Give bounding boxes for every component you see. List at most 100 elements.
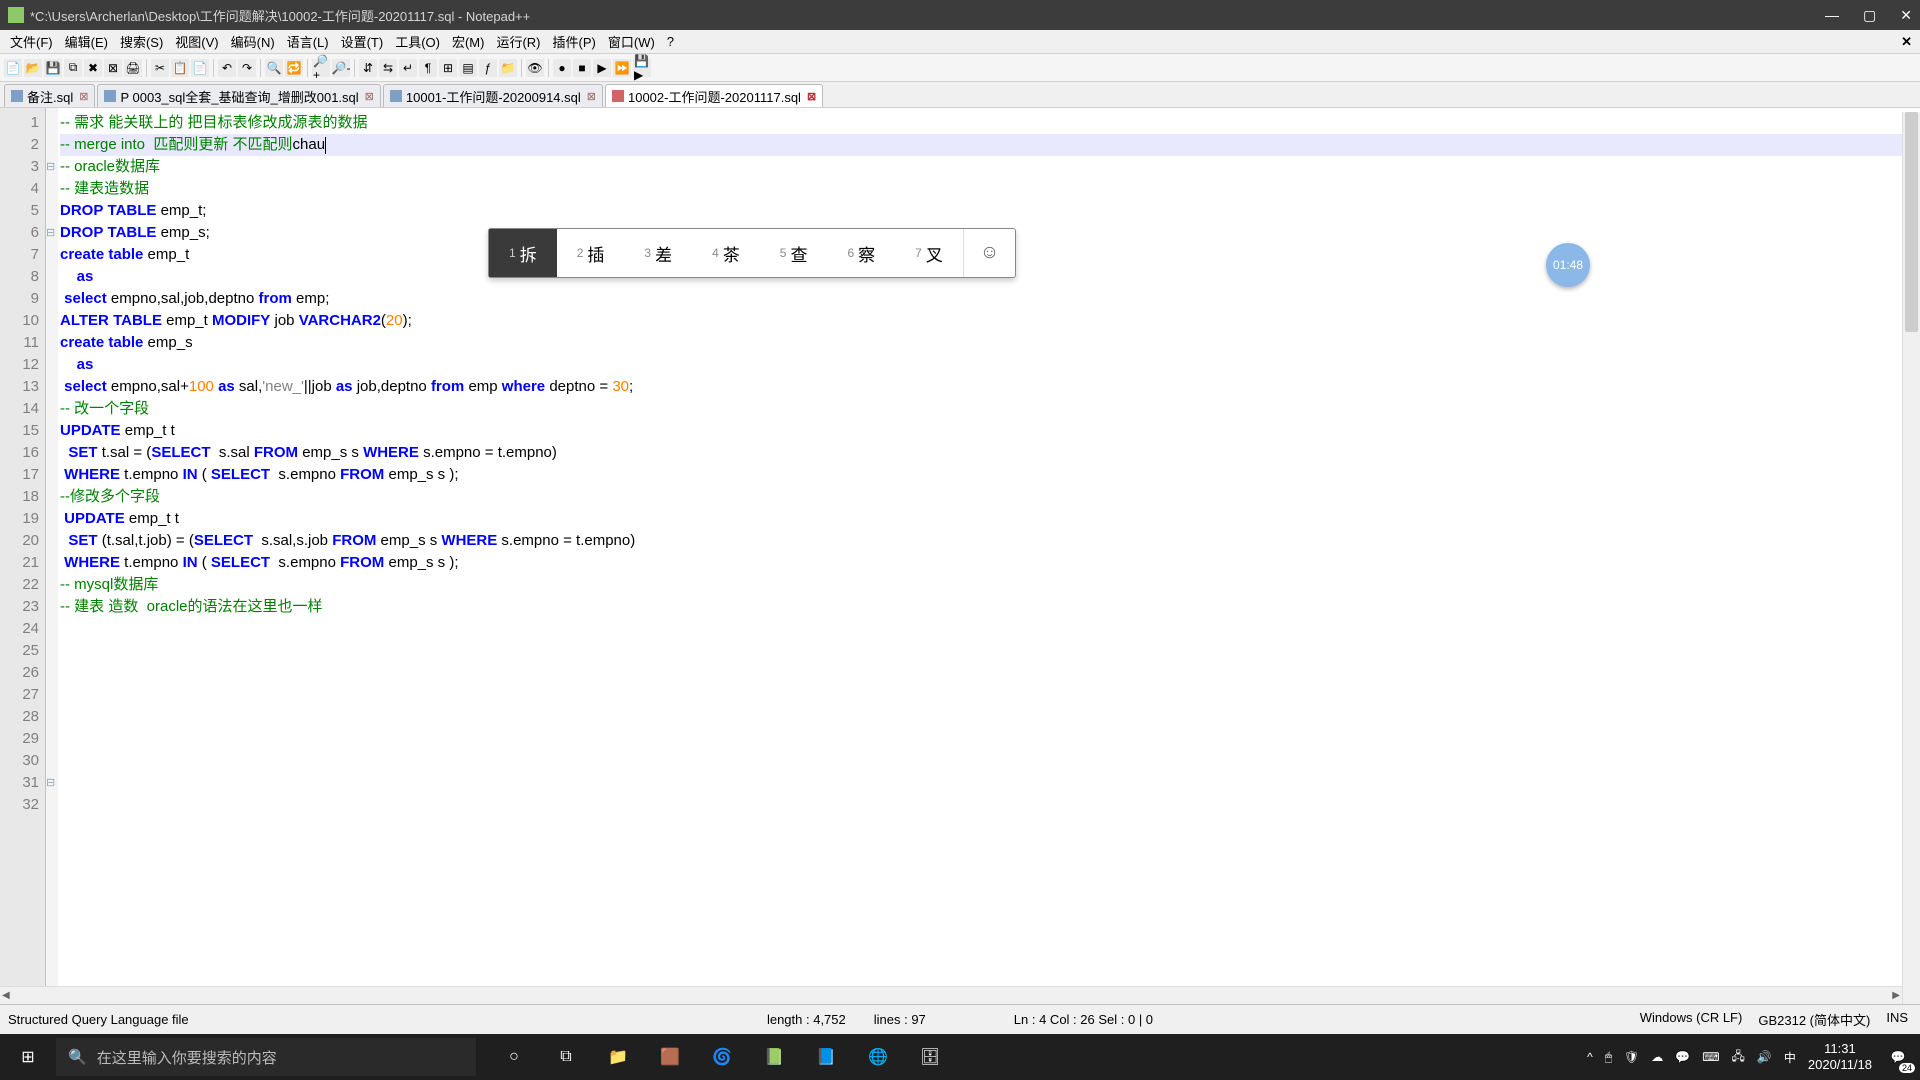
folder-icon[interactable]: 📁 bbox=[499, 59, 517, 77]
tray-security-icon[interactable]: 🛡 bbox=[1624, 1050, 1639, 1064]
tray-clock[interactable]: 11:31 2020/11/18 bbox=[1808, 1041, 1872, 1072]
ime-candidate[interactable]: 5查 bbox=[760, 229, 828, 277]
tab-label: 10002-工作问题-20201117.sql bbox=[628, 87, 801, 106]
status-lines: lines : 97 bbox=[874, 1012, 926, 1027]
sync-h-icon[interactable]: ⇆ bbox=[379, 59, 397, 77]
zoom-in-icon[interactable]: 🔎+ bbox=[312, 59, 330, 77]
tray-wechat-icon[interactable]: 💬 bbox=[1675, 1050, 1690, 1064]
vertical-scrollbar[interactable] bbox=[1902, 112, 1920, 1004]
horizontal-scrollbar[interactable]: ◀▶ bbox=[0, 986, 1902, 1004]
ime-candidate[interactable]: 2插 bbox=[557, 229, 625, 277]
sync-v-icon[interactable]: ⇵ bbox=[359, 59, 377, 77]
minimize-button[interactable]: ― bbox=[1825, 7, 1839, 24]
menu-settings[interactable]: 设置(T) bbox=[335, 32, 390, 51]
menu-view[interactable]: 视图(V) bbox=[169, 32, 224, 51]
tray-onedrive-icon[interactable]: ☁ bbox=[1651, 1050, 1663, 1064]
cut-icon[interactable]: ✂ bbox=[151, 59, 169, 77]
redo-icon[interactable]: ↷ bbox=[238, 59, 256, 77]
taskbar-search[interactable]: 🔍 在这里输入你要搜索的内容 bbox=[56, 1038, 476, 1076]
tray-chevron-icon[interactable]: ^ bbox=[1587, 1050, 1593, 1064]
ime-candidate[interactable]: 6察 bbox=[827, 229, 895, 277]
status-length: length : 4,752 bbox=[767, 1012, 846, 1027]
taskbar-word-icon[interactable]: 📘 bbox=[800, 1034, 852, 1080]
tab-close-icon[interactable]: ⊠ bbox=[587, 90, 596, 103]
undo-icon[interactable]: ↶ bbox=[218, 59, 236, 77]
close-button[interactable]: ✕ bbox=[1900, 7, 1912, 24]
ime-candidate[interactable]: 7叉 bbox=[895, 229, 963, 277]
ime-candidate-selected[interactable]: 1拆 bbox=[489, 229, 557, 277]
search-icon: 🔍 bbox=[68, 1048, 87, 1066]
menu-language[interactable]: 语言(L) bbox=[281, 32, 335, 51]
menu-plugins[interactable]: 插件(P) bbox=[547, 32, 602, 51]
savemacro-icon[interactable]: 💾▶ bbox=[633, 59, 651, 77]
taskbar-db-icon[interactable]: 🗄 bbox=[904, 1034, 956, 1080]
tray-keyboard-icon[interactable]: ⌨ bbox=[1702, 1050, 1719, 1064]
tab-label: 备注.sql bbox=[27, 87, 73, 106]
ime-candidate-panel: 1拆 2插 3差 4茶 5查 6察 7叉 ☺ bbox=[488, 228, 1016, 278]
func-list-icon[interactable]: ƒ bbox=[479, 59, 497, 77]
close-file-icon[interactable]: ✖ bbox=[84, 59, 102, 77]
stop-icon[interactable]: ■ bbox=[573, 59, 591, 77]
save-icon[interactable]: 💾 bbox=[44, 59, 62, 77]
record-icon[interactable]: ● bbox=[553, 59, 571, 77]
play-icon[interactable]: ▶ bbox=[593, 59, 611, 77]
tab-close-icon[interactable]: ⊠ bbox=[807, 90, 816, 103]
taskbar-explorer-icon[interactable]: 📁 bbox=[592, 1034, 644, 1080]
menu-macro[interactable]: 宏(M) bbox=[446, 32, 491, 51]
doc-tab-active[interactable]: 10002-工作问题-20201117.sql ⊠ bbox=[605, 84, 823, 107]
taskbar-app-icon[interactable]: 🌀 bbox=[696, 1034, 748, 1080]
doc-tab[interactable]: 备注.sql ⊠ bbox=[4, 84, 95, 107]
clock-time: 11:31 bbox=[1808, 1041, 1872, 1057]
menu-search[interactable]: 搜索(S) bbox=[114, 32, 169, 51]
menu-edit[interactable]: 编辑(E) bbox=[59, 32, 114, 51]
zoom-out-icon[interactable]: 🔎- bbox=[332, 59, 350, 77]
ime-candidate[interactable]: 4茶 bbox=[692, 229, 760, 277]
ime-candidate[interactable]: 3差 bbox=[624, 229, 692, 277]
allchars-icon[interactable]: ¶ bbox=[419, 59, 437, 77]
menu-run[interactable]: 运行(R) bbox=[490, 32, 546, 51]
window-title: *C:\Users\Archerlan\Desktop\工作问题解决\10002… bbox=[30, 6, 1825, 25]
tab-close-icon[interactable]: ⊠ bbox=[79, 90, 88, 103]
taskbar-notepadpp-icon[interactable]: 📗 bbox=[748, 1034, 800, 1080]
menu-tools[interactable]: 工具(O) bbox=[389, 32, 446, 51]
fastplay-icon[interactable]: ⏩ bbox=[613, 59, 631, 77]
menu-encoding[interactable]: 编码(N) bbox=[225, 32, 281, 51]
new-file-icon[interactable]: 📄 bbox=[4, 59, 22, 77]
tray-network-icon[interactable]: 🖧 bbox=[1732, 1047, 1745, 1068]
taskview-icon[interactable]: ⧉ bbox=[540, 1034, 592, 1080]
timer-overlay[interactable]: 01:48 bbox=[1546, 243, 1590, 287]
copy-icon[interactable]: 📋 bbox=[171, 59, 189, 77]
close-all-icon[interactable]: ⊠ bbox=[104, 59, 122, 77]
scrollbar-thumb[interactable] bbox=[1905, 112, 1918, 332]
menu-bar: 文件(F) 编辑(E) 搜索(S) 视图(V) 编码(N) 语言(L) 设置(T… bbox=[0, 30, 1920, 54]
start-button[interactable]: ⊞ bbox=[0, 1034, 56, 1080]
taskbar-edge-icon[interactable]: 🌐 bbox=[852, 1034, 904, 1080]
print-icon[interactable]: 🖨 bbox=[124, 59, 142, 77]
indent-guide-icon[interactable]: ⊞ bbox=[439, 59, 457, 77]
ime-emoji-icon[interactable]: ☺ bbox=[963, 229, 1015, 277]
tray-ime-icon[interactable]: 中 bbox=[1784, 1049, 1796, 1066]
paste-icon[interactable]: 📄 bbox=[191, 59, 209, 77]
replace-icon[interactable]: 🔁 bbox=[285, 59, 303, 77]
menu-file[interactable]: 文件(F) bbox=[4, 32, 59, 51]
monitor-icon[interactable]: 👁 bbox=[526, 59, 544, 77]
doc-tab[interactable]: P 0003_sql全套_基础查询_增删改001.sql ⊠ bbox=[97, 84, 380, 107]
menu-help[interactable]: ? bbox=[661, 34, 680, 49]
wordwrap-icon[interactable]: ↵ bbox=[399, 59, 417, 77]
tab-label: P 0003_sql全套_基础查询_增删改001.sql bbox=[120, 87, 358, 106]
tab-file-icon bbox=[390, 90, 402, 102]
maximize-button[interactable]: ▢ bbox=[1863, 7, 1876, 24]
doc-map-icon[interactable]: ▤ bbox=[459, 59, 477, 77]
open-file-icon[interactable]: 📂 bbox=[24, 59, 42, 77]
notifications-icon[interactable]: 💬24 bbox=[1884, 1043, 1912, 1071]
tray-volume-icon[interactable]: 🔊 bbox=[1757, 1050, 1772, 1064]
menubar-close-icon[interactable]: ✕ bbox=[1901, 34, 1912, 50]
taskbar-app-icon[interactable]: 🟫 bbox=[644, 1034, 696, 1080]
menu-window[interactable]: 窗口(W) bbox=[602, 32, 661, 51]
save-all-icon[interactable]: ⧉ bbox=[64, 59, 82, 77]
find-icon[interactable]: 🔍 bbox=[265, 59, 283, 77]
doc-tab[interactable]: 10001-工作问题-20200914.sql⊠ bbox=[383, 84, 603, 107]
cortana-icon[interactable]: ○ bbox=[488, 1034, 540, 1080]
tray-usb-icon[interactable]: 🖱 bbox=[1605, 1050, 1612, 1065]
tab-close-icon[interactable]: ⊠ bbox=[365, 90, 374, 103]
